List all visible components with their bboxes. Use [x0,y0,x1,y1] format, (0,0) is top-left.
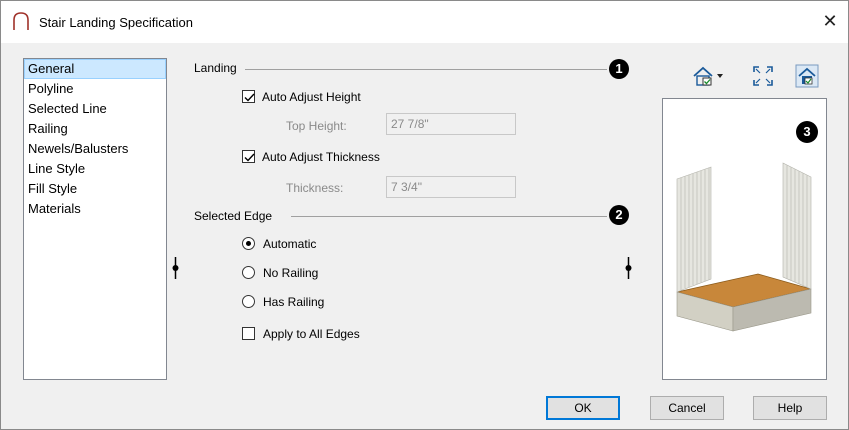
top-height-label: Top Height: [286,119,347,133]
selected-edge-section-label: Selected Edge [194,209,273,223]
ok-button[interactable]: OK [546,396,620,420]
show-preview-icon[interactable] [795,64,819,88]
stair-landing-dialog: Stair Landing Specification ✕ General Po… [0,0,849,430]
landing-section-label: Landing [194,61,237,75]
landing-divider [245,69,607,70]
stair-arch-icon [13,12,29,30]
checkmark-icon [244,93,255,102]
automatic-label: Automatic [263,237,317,251]
radio-selected-dot [246,241,251,246]
category-item-fill-style[interactable]: Fill Style [24,179,166,199]
thickness-field[interactable]: 7 3/4" [386,176,516,198]
fill-window-icon[interactable] [751,64,775,88]
has-railing-label: Has Railing [263,295,325,309]
left-splitter-handle[interactable] [171,257,180,279]
auto-adjust-thickness-checkbox[interactable] [242,150,255,163]
help-button[interactable]: Help [753,396,827,420]
checkmark-icon [244,153,255,162]
category-item-polyline[interactable]: Polyline [24,79,166,99]
category-list[interactable]: General Polyline Selected Line Railing N… [23,58,167,380]
automatic-radio[interactable] [242,237,255,250]
cancel-button[interactable]: Cancel [650,396,724,420]
right-splitter-handle[interactable] [624,257,633,279]
category-item-general[interactable]: General [24,59,166,79]
category-item-materials[interactable]: Materials [24,199,166,219]
camera-view-dropdown-button[interactable] [691,64,725,88]
thickness-label: Thickness: [286,181,344,195]
category-item-newels-balusters[interactable]: Newels/Balusters [24,139,166,159]
category-item-line-style[interactable]: Line Style [24,159,166,179]
category-item-railing[interactable]: Railing [24,119,166,139]
apply-all-edges-label: Apply to All Edges [263,327,360,341]
no-railing-radio[interactable] [242,266,255,279]
close-button[interactable]: ✕ [818,9,842,33]
apply-all-edges-checkbox[interactable] [242,327,255,340]
landing-3d-render [676,162,812,332]
auto-adjust-height-checkbox[interactable] [242,90,255,103]
window-title: Stair Landing Specification [39,15,193,30]
callout-1-badge: 1 [609,59,629,79]
selected-edge-divider [291,216,607,217]
category-item-selected-line[interactable]: Selected Line [24,99,166,119]
top-height-field[interactable]: 27 7/8" [386,113,516,135]
3d-preview-panel[interactable]: 3 [662,98,827,380]
auto-adjust-thickness-label: Auto Adjust Thickness [262,150,380,164]
has-railing-radio[interactable] [242,295,255,308]
title-bar: Stair Landing Specification ✕ [1,1,848,43]
callout-2-badge: 2 [609,205,629,225]
auto-adjust-height-label: Auto Adjust Height [262,90,361,104]
no-railing-label: No Railing [263,266,319,280]
